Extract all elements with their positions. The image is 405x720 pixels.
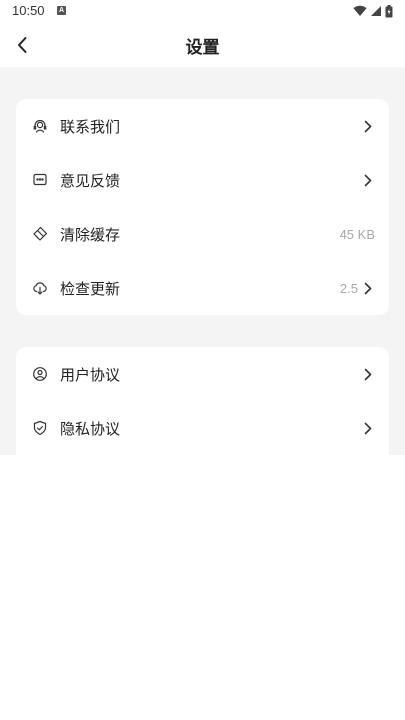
chevron-right-icon <box>361 421 375 435</box>
status-bar: 10:50 A <box>0 0 405 22</box>
message-icon <box>32 172 48 188</box>
status-time: 10:50 <box>12 3 45 18</box>
cache-size-value: 45 KB <box>339 226 375 242</box>
settings-item-label: 联系我们 <box>60 117 121 136</box>
status-icons <box>353 4 393 18</box>
eraser-icon <box>32 226 48 242</box>
settings-item-feedback[interactable]: 意见反馈 <box>16 153 389 207</box>
app-header: 设置 <box>0 22 405 67</box>
wifi-icon <box>353 5 367 17</box>
settings-item-label: 意见反馈 <box>60 171 121 190</box>
settings-item-check-update[interactable]: 检查更新 2.5 <box>16 261 389 315</box>
chevron-right-icon <box>361 367 375 381</box>
chevron-right-icon <box>361 119 375 133</box>
settings-item-privacy-policy[interactable]: 隐私协议 <box>16 401 389 455</box>
cloud-download-icon <box>32 280 48 296</box>
settings-item-clear-cache[interactable]: 清除缓存 45 KB <box>16 207 389 261</box>
notification-badge-icon: A <box>57 6 66 15</box>
settings-item-label: 用户协议 <box>60 365 121 384</box>
headset-icon <box>32 118 48 134</box>
settings-group-legal: 用户协议 隐私协议 <box>16 347 389 455</box>
page-title: 设置 <box>185 38 220 58</box>
settings-item-label: 检查更新 <box>60 279 121 298</box>
settings-item-contact-us[interactable]: 联系我们 <box>16 99 389 153</box>
settings-item-label: 隐私协议 <box>60 419 121 438</box>
settings-item-user-agreement[interactable]: 用户协议 <box>16 347 389 401</box>
user-circle-icon <box>32 366 48 382</box>
battery-icon <box>385 4 393 17</box>
chevron-right-icon <box>361 281 375 295</box>
settings-item-label: 清除缓存 <box>60 225 121 244</box>
shield-icon <box>32 420 48 436</box>
version-value: 2.5 <box>339 280 358 296</box>
chevron-right-icon <box>361 173 375 187</box>
settings-content: 联系我们 意见反馈 清除缓存 45 KB 检查更新 2.5 用户协议 隐私协议 <box>0 67 405 455</box>
settings-group-general: 联系我们 意见反馈 清除缓存 45 KB 检查更新 2.5 <box>16 99 389 315</box>
signal-icon <box>371 6 381 16</box>
